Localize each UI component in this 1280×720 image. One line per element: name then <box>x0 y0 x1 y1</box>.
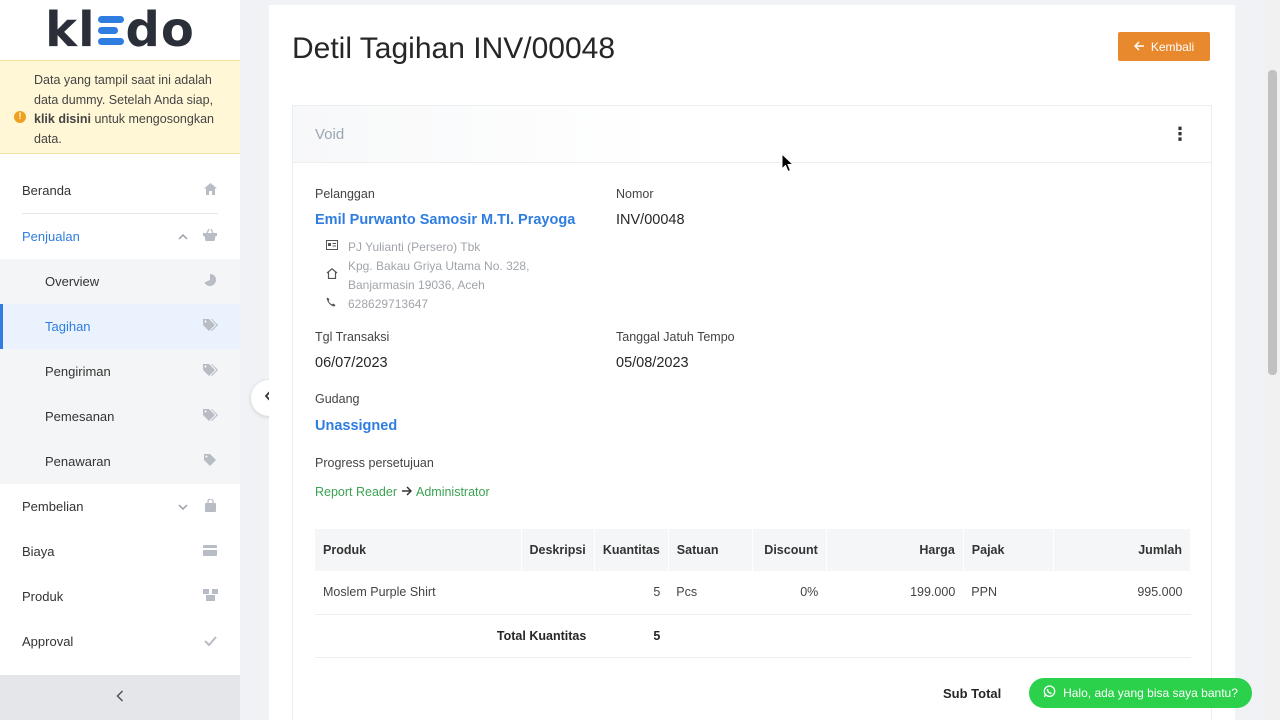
penjualan-submenu: Overview Tagihan Pengiriman Pemesanan Pe… <box>0 259 240 484</box>
sidebar-item-pemesanan[interactable]: Pemesanan <box>0 394 240 439</box>
dummy-data-notice: ! Data yang tampil saat ini adalah data … <box>0 60 240 154</box>
clear-data-link[interactable]: klik disini <box>34 112 91 126</box>
approval-progress: Report Reader Administrator <box>315 485 490 499</box>
page-title: Detil Tagihan INV/00048 <box>292 32 615 65</box>
status-badge: Void <box>315 125 345 143</box>
company-row: PJ Yulianti (Persero) Tbk <box>326 238 480 257</box>
quantity-cell: 5 <box>594 571 669 615</box>
whatsapp-chat-button[interactable]: Halo, ada yang bisa saya bantu? <box>1029 678 1252 708</box>
sidebar-menu: Beranda Penjualan Overview Tagihan Pengi… <box>0 168 240 664</box>
approval-progress-label: Progress persetujuan <box>315 456 434 470</box>
sidebar-item-produk[interactable]: Produk <box>0 574 240 619</box>
unit-cell: Pcs <box>668 571 753 615</box>
tags-icon <box>202 364 218 379</box>
chevron-down-icon <box>178 501 188 513</box>
tag-icon <box>202 454 218 469</box>
pie-chart-icon <box>202 274 218 289</box>
sidebar-item-penawaran[interactable]: Penawaran <box>0 439 240 484</box>
check-icon <box>202 634 218 649</box>
amount-cell: 995.000 <box>1053 571 1191 615</box>
scrollbar-thumb[interactable] <box>1268 70 1277 375</box>
warehouse-link[interactable]: Unassigned <box>315 418 397 434</box>
sidebar-item-penjualan[interactable]: Penjualan <box>0 214 240 259</box>
sidebar-item-approval[interactable]: Approval <box>0 619 240 664</box>
chevron-up-icon <box>178 231 188 243</box>
basket-icon <box>202 228 218 244</box>
column-header-discount: Discount <box>752 529 827 571</box>
sidebar-item-pengiriman[interactable]: Pengiriman <box>0 349 240 394</box>
number-label: Nomor <box>616 187 654 201</box>
credit-card-icon <box>202 544 218 559</box>
address-row: Kpg. Bakau Griya Utama No. 328, Banjarma… <box>326 257 529 295</box>
warehouse-label: Gudang <box>315 392 360 406</box>
customer-label: Pelanggan <box>315 187 375 201</box>
discount-cell: 0% <box>752 571 827 615</box>
phone-icon <box>326 295 348 314</box>
home-icon <box>202 183 218 198</box>
price-cell: 199.000 <box>826 571 964 615</box>
table-row: Moslem Purple Shirt 5 Pcs 0% 199.000 PPN… <box>315 571 1191 615</box>
sidebar-item-biaya[interactable]: Biaya <box>0 529 240 574</box>
kledo-logo[interactable]: kl do <box>0 0 240 60</box>
whatsapp-icon <box>1043 685 1056 701</box>
customer-name-link[interactable]: Emil Purwanto Samosir M.TI. Prayoga <box>315 212 575 228</box>
column-header-satuan: Satuan <box>668 529 753 571</box>
boxes-icon <box>202 589 218 604</box>
invoice-card: Void ⋮ Pelanggan Emil Purwanto Samosir M… <box>292 105 1212 720</box>
chevron-left-icon <box>116 689 124 707</box>
tags-icon <box>202 319 218 334</box>
sidebar-collapse-footer[interactable] <box>0 675 240 720</box>
sidebar-item-tagihan[interactable]: Tagihan <box>0 304 240 349</box>
sidebar-item-overview[interactable]: Overview <box>0 259 240 304</box>
column-header-pajak: Pajak <box>963 529 1054 571</box>
column-header-jumlah: Jumlah <box>1053 529 1192 571</box>
transaction-date-label: Tgl Transaksi <box>315 330 390 344</box>
total-quantity-row: Total Kuantitas 5 <box>315 614 1191 658</box>
subtotal-label: Sub Total <box>943 686 1002 701</box>
invoice-card-header: Void ⋮ <box>293 106 1211 163</box>
home-address-icon <box>326 257 348 295</box>
warning-icon: ! <box>14 111 26 123</box>
id-card-icon <box>326 238 348 257</box>
invoice-number: INV/00048 <box>616 212 685 228</box>
sidebar: kl do ! Data yang tampil saat ini adalah … <box>0 0 240 720</box>
phone-row: 628629713647 <box>326 295 428 314</box>
back-button[interactable]: Kembali <box>1118 32 1210 61</box>
transaction-date: 06/07/2023 <box>315 355 388 371</box>
product-link[interactable]: Moslem Purple Shirt <box>315 571 521 615</box>
tax-cell: PPN <box>963 571 1054 615</box>
due-date-label: Tanggal Jatuh Tempo <box>616 330 735 344</box>
arrow-right-icon <box>401 485 413 499</box>
description-cell <box>521 571 595 615</box>
column-header-harga: Harga <box>826 529 964 571</box>
logo-e-mark <box>97 15 124 45</box>
kebab-menu-icon[interactable]: ⋮ <box>1171 124 1189 145</box>
page-scrollbar[interactable] <box>1265 0 1280 720</box>
due-date: 05/08/2023 <box>616 355 689 371</box>
table-header-row: Produk Deskripsi Kuantitas Satuan Discou… <box>315 529 1192 571</box>
total-quantity-label: Total Kuantitas <box>315 614 595 658</box>
main-panel: Detil Tagihan INV/00048 Kembali Void ⋮ P… <box>269 5 1235 720</box>
sidebar-item-pembelian[interactable]: Pembelian <box>0 484 240 529</box>
column-header-deskripsi: Deskripsi <box>521 529 595 571</box>
tags-icon <box>202 409 218 424</box>
invoice-items-table: Produk Deskripsi Kuantitas Satuan Discou… <box>315 529 1192 658</box>
shopping-bag-icon <box>202 497 218 515</box>
mouse-cursor-icon <box>781 152 795 178</box>
sidebar-item-beranda[interactable]: Beranda <box>0 168 240 213</box>
total-quantity-value: 5 <box>594 614 669 658</box>
column-header-produk: Produk <box>315 529 522 571</box>
column-header-kuantitas: Kuantitas <box>594 529 669 571</box>
arrow-left-icon <box>1133 40 1145 54</box>
